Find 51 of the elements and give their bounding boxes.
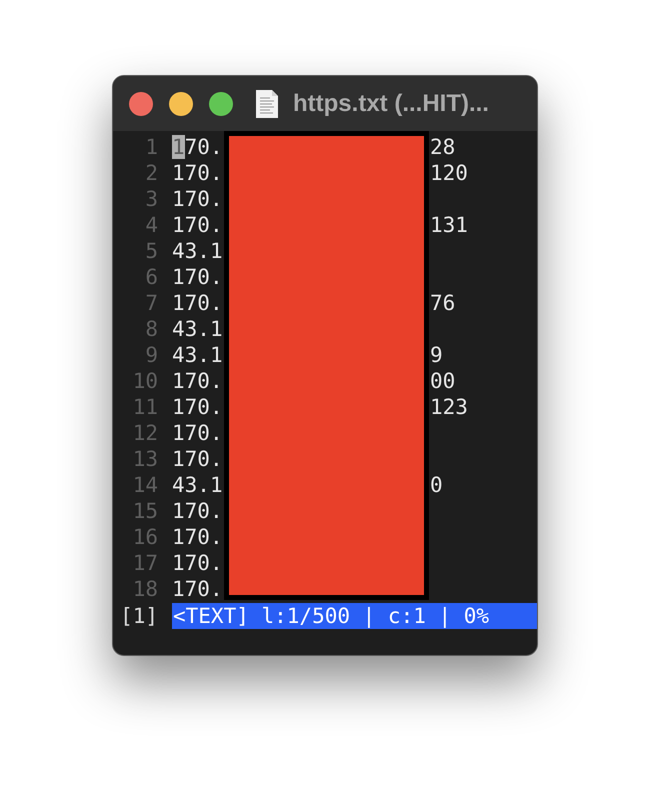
- zoom-button[interactable]: [209, 92, 233, 116]
- window-title: https.txt (...HIT)...: [293, 88, 489, 118]
- line-text: 131: [430, 212, 468, 238]
- line-text: 170.: [172, 421, 223, 445]
- line-text: 170.: [172, 213, 223, 237]
- line-number: 14: [132, 472, 158, 498]
- line-number: 4: [144, 212, 158, 238]
- line-text: 43.1: [172, 317, 223, 341]
- line-number: 11: [132, 394, 158, 420]
- line-number: 2: [144, 160, 158, 186]
- document-icon: [255, 88, 279, 118]
- line-number: 10: [132, 368, 158, 394]
- line-text: 123: [430, 394, 468, 420]
- line-number: 5: [144, 238, 158, 264]
- line-text: 170.: [172, 135, 223, 159]
- line-text: 43.1: [172, 239, 223, 263]
- line-number: 15: [132, 498, 158, 524]
- line-number: 7: [144, 290, 158, 316]
- line-text: 43.1: [172, 343, 223, 367]
- line-text: 28: [430, 134, 456, 160]
- line-text: 120: [430, 160, 468, 186]
- line-text: 170.: [172, 499, 223, 523]
- line-number: 13: [132, 446, 158, 472]
- line-number: 18: [132, 576, 158, 602]
- line-text: 170.: [172, 369, 223, 393]
- line-text: 170.: [172, 551, 223, 575]
- line-text: 170.: [172, 395, 223, 419]
- line-text: 170.: [172, 265, 223, 289]
- line-text: 00: [430, 368, 456, 394]
- close-button[interactable]: [129, 92, 153, 116]
- line-number: 9: [144, 342, 158, 368]
- line-text: 170.: [172, 161, 223, 185]
- line-number: 17: [132, 550, 158, 576]
- buffer-number: [1]: [119, 603, 159, 629]
- line-text: 170.: [172, 291, 223, 315]
- line-text: 170.: [172, 577, 223, 601]
- line-text: 9: [430, 342, 443, 368]
- line-text: 170.: [172, 187, 223, 211]
- line-text: 76: [430, 290, 456, 316]
- line-number: 6: [144, 264, 158, 290]
- line-number: 12: [132, 420, 158, 446]
- line-text: 170.: [172, 525, 223, 549]
- line-number: 1: [144, 134, 158, 160]
- line-number: 3: [144, 186, 158, 212]
- line-text: 43.1: [172, 473, 223, 497]
- line-number: 16: [132, 524, 158, 550]
- minimize-button[interactable]: [169, 92, 193, 116]
- line-number: 8: [144, 316, 158, 342]
- line-text: 0: [430, 472, 443, 498]
- line-text: 170.: [172, 447, 223, 471]
- status-bar: <TEXT] l:1/500 | c:1 | 0%: [172, 603, 537, 629]
